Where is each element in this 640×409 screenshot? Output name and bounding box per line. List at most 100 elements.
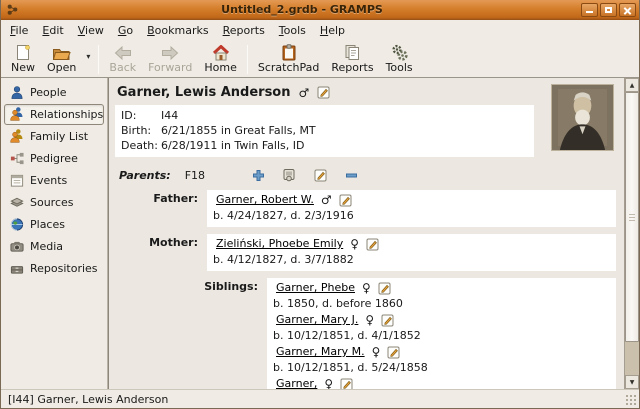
edit-sibling-icon[interactable] <box>387 346 400 359</box>
male-symbol: ♂ <box>321 192 332 208</box>
vertical-scrollbar[interactable]: ▲ ▼ <box>624 78 639 389</box>
sibling-name-link[interactable]: Garner, Phebe <box>276 280 355 296</box>
sidebar-label: Pedigree <box>30 152 78 165</box>
sibling-name-link[interactable]: Garner, Mary M. <box>276 344 365 360</box>
death-row: Death: 6/28/1911 in Twin Falls, ID <box>121 138 528 153</box>
sibling-name-link[interactable]: Garner, <box>276 376 317 389</box>
window-title: Untitled_2.grdb - GRAMPS <box>23 3 581 16</box>
scratchpad-button-label: ScratchPad <box>258 62 320 74</box>
titlebar[interactable]: Untitled_2.grdb - GRAMPS <box>1 0 639 20</box>
siblings-box: Garner, Phebe ♀ b. 1850, d. before 1860 … <box>267 278 616 389</box>
relationships-content: Garner, Lewis Anderson ♂ ID: I44 Birth: … <box>109 78 624 389</box>
sidebar-item-people[interactable]: People <box>4 82 104 103</box>
id-row: ID: I44 <box>121 108 528 123</box>
sidebar-label: Events <box>30 174 67 187</box>
sibling-name-link[interactable]: Garner, Mary J. <box>276 312 358 328</box>
maximize-button[interactable] <box>600 3 617 17</box>
media-camera-icon <box>9 239 25 254</box>
menu-view[interactable]: View <box>71 21 111 40</box>
open-dropdown-button[interactable]: ▾ <box>82 42 94 71</box>
toolbar: New Open ▾ Back Forward Home <box>1 41 639 77</box>
menu-tools[interactable]: Tools <box>272 21 313 40</box>
reports-document-icon <box>342 44 362 61</box>
reports-button-label: Reports <box>331 62 373 74</box>
resize-grip[interactable] <box>625 394 637 406</box>
family-id: F18 <box>185 169 205 182</box>
open-folder-icon <box>52 44 72 61</box>
open-button-label: Open <box>47 62 76 74</box>
mother-name-link[interactable]: Zieliński, Phoebe Emily <box>216 236 343 252</box>
sidebar-label: Sources <box>30 196 74 209</box>
menu-reports[interactable]: Reports <box>216 21 272 40</box>
new-button[interactable]: New <box>5 42 41 75</box>
sidebar-item-places[interactable]: Places <box>4 214 104 235</box>
sidebar-item-media[interactable]: Media <box>4 236 104 257</box>
reports-button[interactable]: Reports <box>325 42 379 75</box>
edit-mother-icon[interactable] <box>366 238 379 251</box>
edit-father-icon[interactable] <box>339 194 352 207</box>
sidebar-label: Relationships <box>30 108 103 121</box>
female-symbol: ♀ <box>362 280 371 296</box>
back-button[interactable]: Back <box>103 42 142 75</box>
male-symbol: ♂ <box>299 86 310 100</box>
birth-row: Birth: 6/21/1855 in Great Falls, MT <box>121 123 528 138</box>
person-portrait-photo <box>551 84 614 151</box>
gramps-app-icon <box>6 3 19 16</box>
scroll-down-button[interactable]: ▼ <box>625 375 639 389</box>
minimize-button[interactable] <box>581 3 598 17</box>
scrollbar-track[interactable] <box>625 342 639 375</box>
edit-icon <box>314 169 327 182</box>
sidebar-item-pedigree[interactable]: Pedigree <box>4 148 104 169</box>
sidebar-item-sources[interactable]: Sources <box>4 192 104 213</box>
sibling-entry: Garner, Mary J. ♀ b. 10/12/1851, d. 4/1/… <box>273 312 610 344</box>
sibling-entry: Garner, Phebe ♀ b. 1850, d. before 1860 <box>273 280 610 312</box>
tools-button[interactable]: Tools <box>380 42 419 75</box>
scrollbar-grip <box>629 212 635 221</box>
menu-edit[interactable]: Edit <box>35 21 70 40</box>
menubar: File Edit View Go Bookmarks Reports Tool… <box>1 20 639 41</box>
scratchpad-button[interactable]: ScratchPad <box>252 42 326 75</box>
edit-person-icon[interactable] <box>317 86 330 99</box>
female-symbol: ♀ <box>372 344 381 360</box>
scrollbar-thumb[interactable] <box>625 92 639 342</box>
scroll-up-button[interactable]: ▲ <box>625 78 639 92</box>
home-button[interactable]: Home <box>198 42 242 75</box>
open-button[interactable]: Open <box>41 42 82 75</box>
select-existing-parents-button[interactable] <box>282 168 296 182</box>
menu-help[interactable]: Help <box>313 21 352 40</box>
close-button[interactable] <box>619 3 636 17</box>
toolbar-separator <box>98 45 99 74</box>
active-person-header: Garner, Lewis Anderson ♂ <box>117 85 618 100</box>
family-list-icon <box>9 129 25 144</box>
edit-sibling-icon[interactable] <box>378 282 391 295</box>
remove-parents-button[interactable] <box>344 168 358 182</box>
back-button-label: Back <box>109 62 136 74</box>
father-name-link[interactable]: Garner, Robert W. <box>216 192 314 208</box>
add-parents-button[interactable] <box>251 168 265 182</box>
minus-icon <box>345 169 358 182</box>
mother-dates: b. 4/12/1827, d. 3/7/1882 <box>213 252 610 268</box>
birth-value: 6/21/1855 in Great Falls, MT <box>161 123 316 138</box>
sibling-entry: Garner, Mary M. ♀ b. 10/12/1851, d. 5/24… <box>273 344 610 376</box>
tools-button-label: Tools <box>386 62 413 74</box>
repositories-cabinet-icon <box>9 261 25 276</box>
mother-label: Mother: <box>115 234 207 271</box>
toolbar-separator <box>247 45 248 74</box>
select-family-icon <box>282 168 296 182</box>
menu-file[interactable]: File <box>3 21 35 40</box>
female-symbol: ♀ <box>350 236 359 252</box>
sidebar-item-repositories[interactable]: Repositories <box>4 258 104 279</box>
menu-bookmarks[interactable]: Bookmarks <box>140 21 215 40</box>
edit-sibling-icon[interactable] <box>340 378 353 390</box>
sidebar-item-events[interactable]: Events <box>4 170 104 191</box>
forward-button[interactable]: Forward <box>142 42 198 75</box>
edit-family-button[interactable] <box>313 168 327 182</box>
menu-go[interactable]: Go <box>111 21 140 40</box>
id-value: I44 <box>161 108 178 123</box>
sidebar: People Relationships Family List Pedigre… <box>1 78 108 389</box>
birth-label: Birth: <box>121 123 161 138</box>
sidebar-item-family-list[interactable]: Family List <box>4 126 104 147</box>
pedigree-icon <box>9 151 25 166</box>
sidebar-item-relationships[interactable]: Relationships <box>4 104 104 125</box>
edit-sibling-icon[interactable] <box>381 314 394 327</box>
